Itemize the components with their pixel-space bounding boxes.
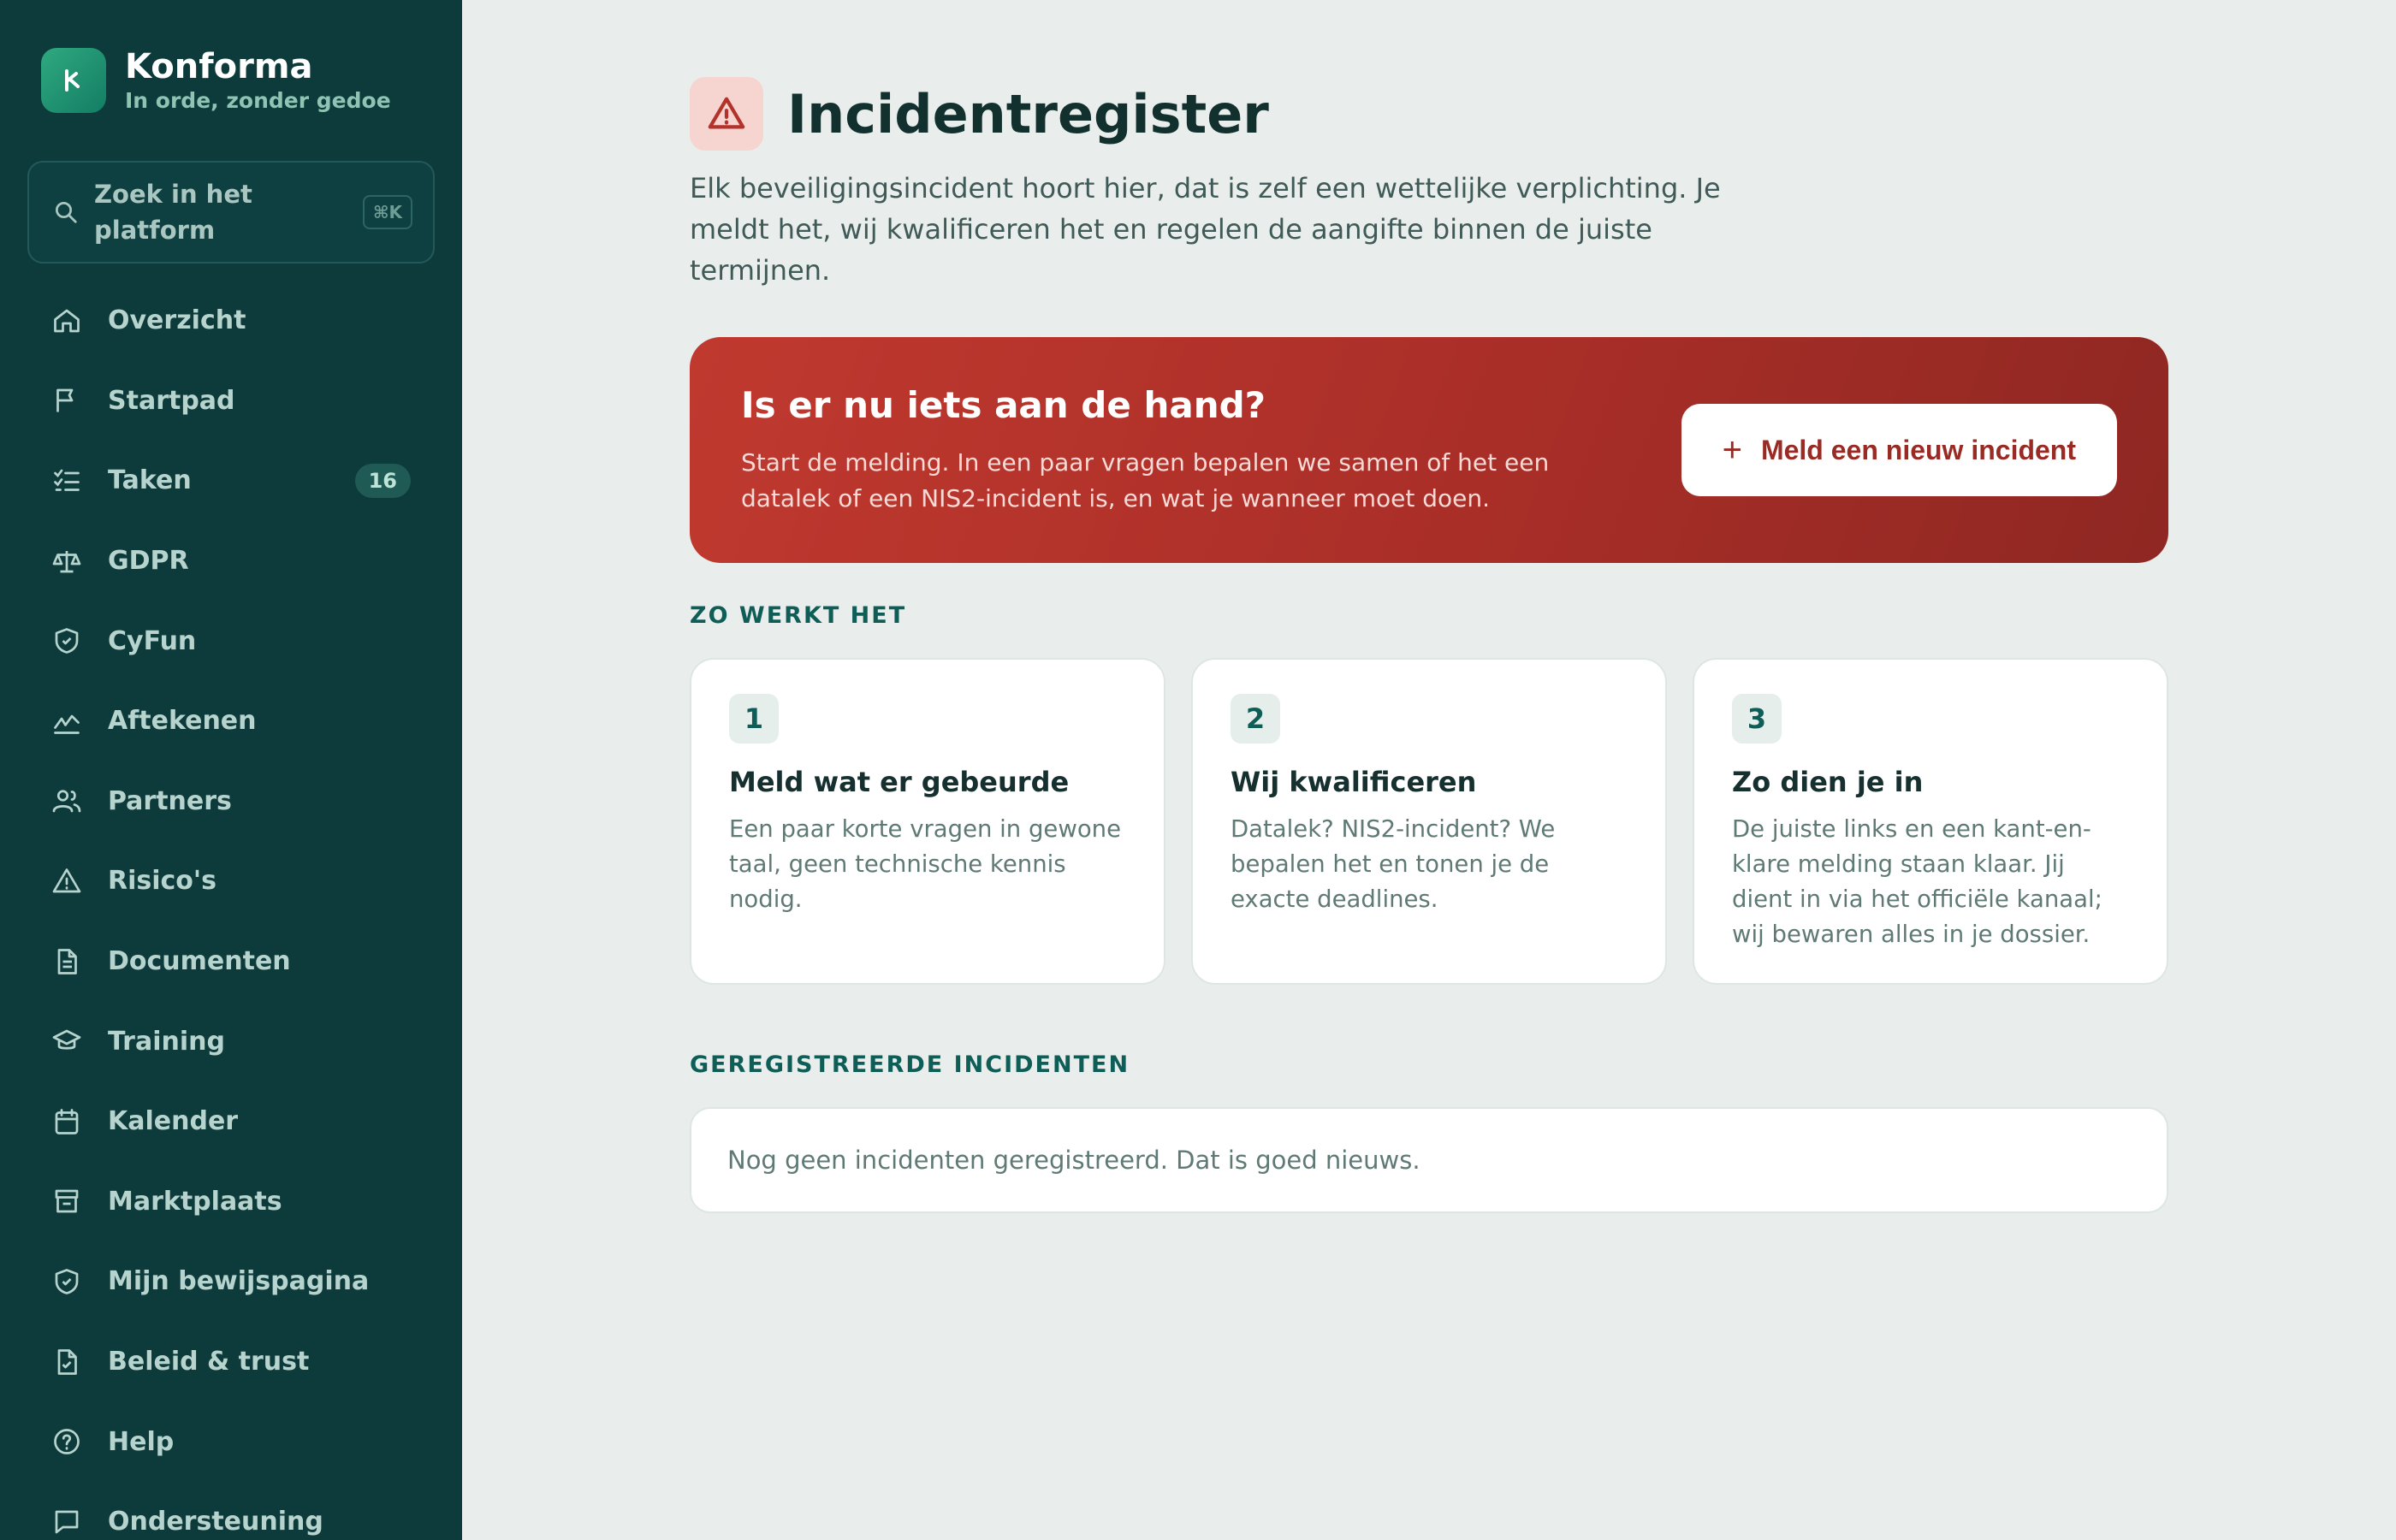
sidebar-item-help[interactable]: Help: [27, 1401, 435, 1482]
sidebar-item-label: Aftekenen: [108, 706, 257, 737]
sidebar-item-label: Documenten: [108, 946, 291, 977]
sidebar-item-training[interactable]: Training: [27, 1001, 435, 1081]
sidebar-item-label: Training: [108, 1026, 225, 1057]
step-text: De juiste links en een kant-en-klare mel…: [1732, 815, 2102, 948]
page-title: Incidentregister: [787, 82, 1269, 145]
chat-icon: [55, 1510, 79, 1534]
sidebar-item-label: CyFun: [108, 625, 197, 656]
sidebar-item-partners[interactable]: Partners: [27, 761, 435, 842]
sidebar-item-label: Help: [108, 1426, 175, 1457]
sidebar-item-label: Marktplaats: [108, 1186, 282, 1217]
search-input[interactable]: Zoek in het platform ⌘K: [27, 161, 435, 264]
sidebar-item-aftekenen[interactable]: Aftekenen: [27, 681, 435, 761]
home-icon: [54, 309, 80, 333]
step-number: 3: [1732, 694, 1782, 743]
warning-icon: [690, 77, 763, 151]
users-icon: [52, 790, 81, 813]
sidebar-item-label: Overzicht: [108, 305, 246, 336]
warning-icon: [52, 868, 81, 893]
incident-alert-banner: Is er nu iets aan de hand? Start de meld…: [690, 337, 2168, 563]
file-check-icon: [57, 1348, 77, 1375]
report-incident-label: Meld een nieuw incident: [1760, 434, 2076, 465]
document-icon: [57, 948, 77, 974]
sidebar-item-startpad[interactable]: Startpad: [27, 361, 435, 441]
step-number: 2: [1231, 694, 1280, 743]
step-text: Een paar korte vragen in gewone taal, ge…: [729, 815, 1122, 913]
brand-name: Konforma: [125, 47, 313, 86]
sidebar-item-bewijspagina[interactable]: Mijn bewijspagina: [27, 1241, 435, 1322]
step-text: Datalek? NIS2-incident? We bepalen het e…: [1231, 815, 1556, 913]
sidebar-item-ondersteuning[interactable]: Ondersteuning: [27, 1482, 435, 1540]
sidebar-item-label: Risico's: [108, 866, 216, 897]
step-card: 2 Wij kwalificeren Datalek? NIS2-inciden…: [1191, 658, 1667, 985]
plus-icon: +: [1722, 430, 1742, 469]
sidebar-item-cyfun[interactable]: CyFun: [27, 601, 435, 681]
search-shortcut: ⌘K: [362, 195, 412, 229]
alert-text: Start de melding. In een paar vragen bep…: [741, 447, 1550, 512]
search-icon: [56, 202, 77, 223]
step-number: 1: [729, 694, 779, 743]
sidebar: Konforma In orde, zonder gedoe Zoek in h…: [0, 0, 462, 1540]
page-header: Incidentregister: [690, 77, 2396, 151]
step-title: Wij kwalificeren: [1231, 766, 1477, 798]
checklist-icon: [54, 469, 80, 491]
brand[interactable]: Konforma In orde, zonder gedoe: [27, 0, 435, 161]
step-card: 3 Zo dien je in De juiste links en een k…: [1693, 658, 2168, 985]
logo-icon: [41, 48, 106, 113]
sidebar-item-label: Partners: [108, 785, 232, 816]
sidebar-item-label: Startpad: [108, 385, 235, 416]
sidebar-item-gdpr[interactable]: GDPR: [27, 521, 435, 601]
sidebar-item-marktplaats[interactable]: Marktplaats: [27, 1162, 435, 1242]
shield-check-icon: [55, 1269, 79, 1294]
sidebar-item-label: Mijn bewijspagina: [108, 1266, 370, 1297]
alert-title: Is er nu iets aan de hand?: [741, 383, 1266, 426]
graduation-cap-icon: [52, 1029, 81, 1050]
flag-icon: [56, 389, 74, 412]
page-description: Elk beveiligingsincident hoort hier, dat…: [690, 172, 1721, 287]
registered-incidents-label: GEREGISTREERDE INCIDENTEN: [690, 1051, 1130, 1078]
calendar-icon: [55, 1108, 79, 1134]
signature-icon: [54, 714, 80, 734]
help-icon: [54, 1429, 80, 1454]
step-card: 1 Meld wat er gebeurde Een paar korte vr…: [690, 658, 1165, 985]
how-it-works-label: ZO WERKT HET: [690, 602, 907, 629]
search-placeholder: Zoek in het platform: [94, 180, 252, 245]
task-count-badge: 16: [354, 463, 411, 498]
app-root: Konforma In orde, zonder gedoe Zoek in h…: [0, 0, 2396, 1540]
scale-icon: [52, 550, 81, 572]
step-title: Meld wat er gebeurde: [729, 766, 1070, 798]
sidebar-nav: Overzicht Startpad Taken 16 GDPR CyFun A…: [27, 281, 435, 1540]
report-incident-button[interactable]: + Meld een nieuw incident: [1681, 404, 2117, 496]
step-title: Zo dien je in: [1732, 766, 1924, 798]
main-content: Incidentregister Elk beveiligingsinciden…: [462, 0, 2396, 1540]
sidebar-item-kalender[interactable]: Kalender: [27, 1081, 435, 1162]
sidebar-item-label: Ondersteuning: [108, 1507, 323, 1537]
shield-icon: [55, 628, 79, 654]
brand-tagline: In orde, zonder gedoe: [125, 88, 391, 113]
sidebar-item-label: Kalender: [108, 1106, 239, 1137]
empty-incidents-state: Nog geen incidenten geregistreerd. Dat i…: [690, 1107, 2168, 1213]
sidebar-item-documenten[interactable]: Documenten: [27, 921, 435, 1002]
sidebar-item-beleid-trust[interactable]: Beleid & trust: [27, 1322, 435, 1402]
store-icon: [55, 1189, 79, 1213]
empty-state-text: Nog geen incidenten geregistreerd. Dat i…: [727, 1146, 1420, 1175]
sidebar-item-taken[interactable]: Taken 16: [27, 441, 435, 521]
steps-list: 1 Meld wat er gebeurde Een paar korte vr…: [690, 658, 2396, 985]
sidebar-item-overzicht[interactable]: Overzicht: [27, 281, 435, 361]
sidebar-item-label: GDPR: [108, 546, 189, 577]
sidebar-item-label: Taken: [108, 465, 192, 496]
sidebar-item-label: Beleid & trust: [108, 1347, 310, 1377]
sidebar-item-risicos[interactable]: Risico's: [27, 841, 435, 921]
